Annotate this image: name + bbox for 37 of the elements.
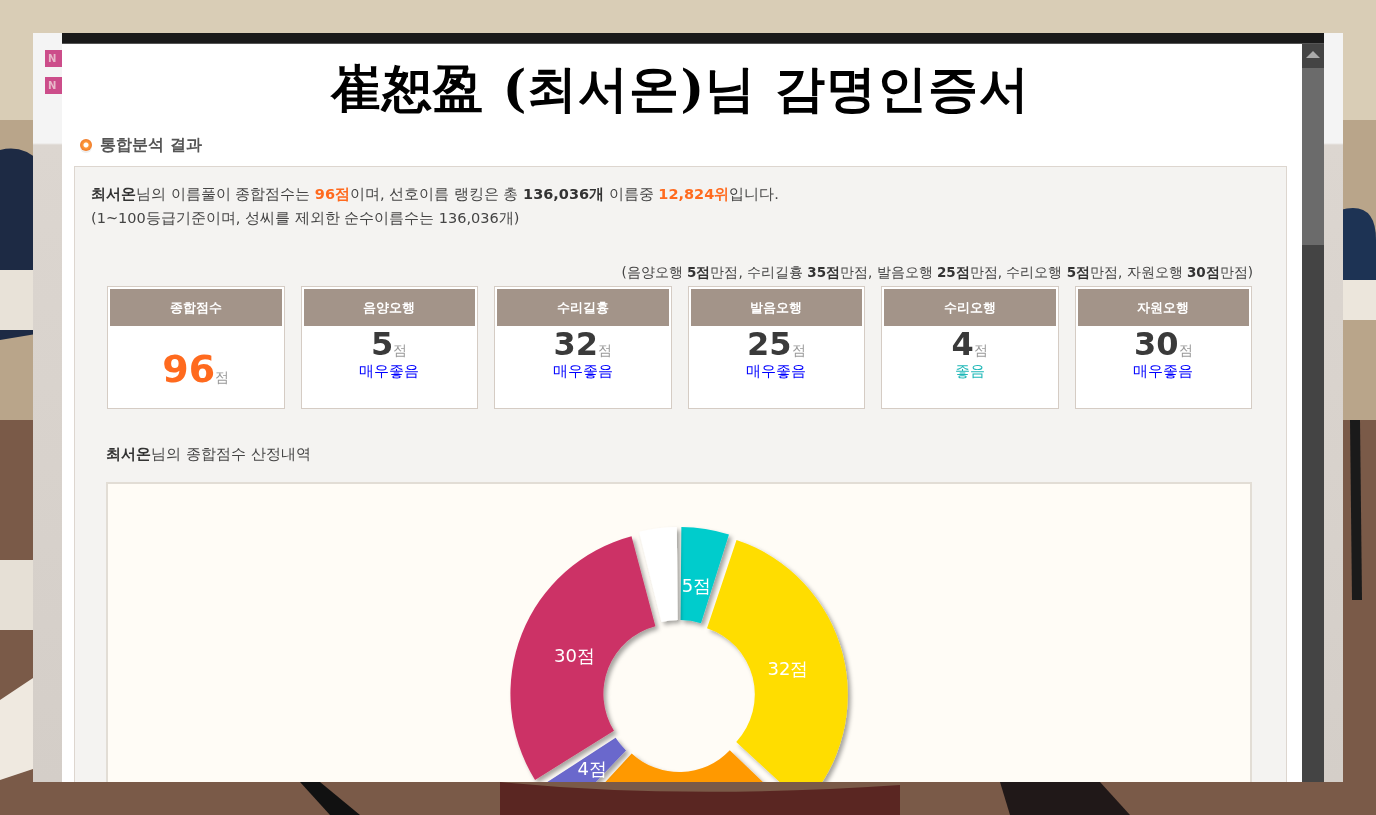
unit-label: 점 <box>393 342 408 360</box>
slice-label: 4점 <box>577 757 608 779</box>
card-header: 수리길흉 <box>497 289 669 326</box>
grade-label: 매우좋음 <box>359 362 420 380</box>
bullet-icon <box>80 139 92 151</box>
card-header: 음양오행 <box>303 289 475 326</box>
grade-label: 좋음 <box>954 362 985 380</box>
slice-label: 32점 <box>767 658 809 679</box>
score-value: 4 <box>951 326 974 362</box>
score-value: 30 <box>1134 326 1179 362</box>
scrollbar[interactable] <box>1302 44 1324 782</box>
certificate-title: 崔恕盈 (최서온)님 감명인증서 <box>329 57 1031 120</box>
section-heading: 통합분석 결과 <box>100 134 202 156</box>
score-value: 96 <box>162 348 216 390</box>
card-header: 수리오행 <box>884 289 1056 326</box>
slice-label: 5점 <box>681 574 712 596</box>
grade-label: 매우좋음 <box>746 362 807 380</box>
unit-label: 점 <box>973 342 988 360</box>
unit-label: 점 <box>215 369 230 387</box>
scrollbar-thumb[interactable] <box>1302 68 1324 245</box>
grade-label: 매우좋음 <box>1133 362 1194 380</box>
summary-text: 최서온님의 이름풀이 종합점수는 96점 이며, 선호이름 랭킹은 총 136,036개 이름중 12,824위 입니다. <box>91 185 780 204</box>
score-value: 25 <box>747 326 792 362</box>
grade-label: 매우좋음 <box>552 362 613 380</box>
unit-label: 점 <box>1178 342 1193 360</box>
unit-label: 점 <box>791 342 806 360</box>
max-score-note: (음양오행 5점만점, 수리길흉 35점만점, 발음오행 25점만점, 수리오행 5점만점, 자원오행 30점만점) <box>620 264 1253 282</box>
summary-note: (1~100등급기준이며, 성씨를 제외한 순수이름수는 136,036개) <box>91 209 521 228</box>
score-value: 32 <box>553 326 598 362</box>
card-header: 자원오행 <box>1077 289 1249 326</box>
unit-label: 점 <box>598 342 612 360</box>
score-value: 5 <box>371 326 394 362</box>
chart-caption: 최서온님의 종합점수 산정내역 <box>106 445 312 464</box>
card-header: 종합점수 <box>110 289 282 326</box>
scroll-up-icon[interactable] <box>1306 51 1320 58</box>
card-header: 발음오행 <box>690 289 862 326</box>
slice-label: 30점 <box>553 644 595 666</box>
